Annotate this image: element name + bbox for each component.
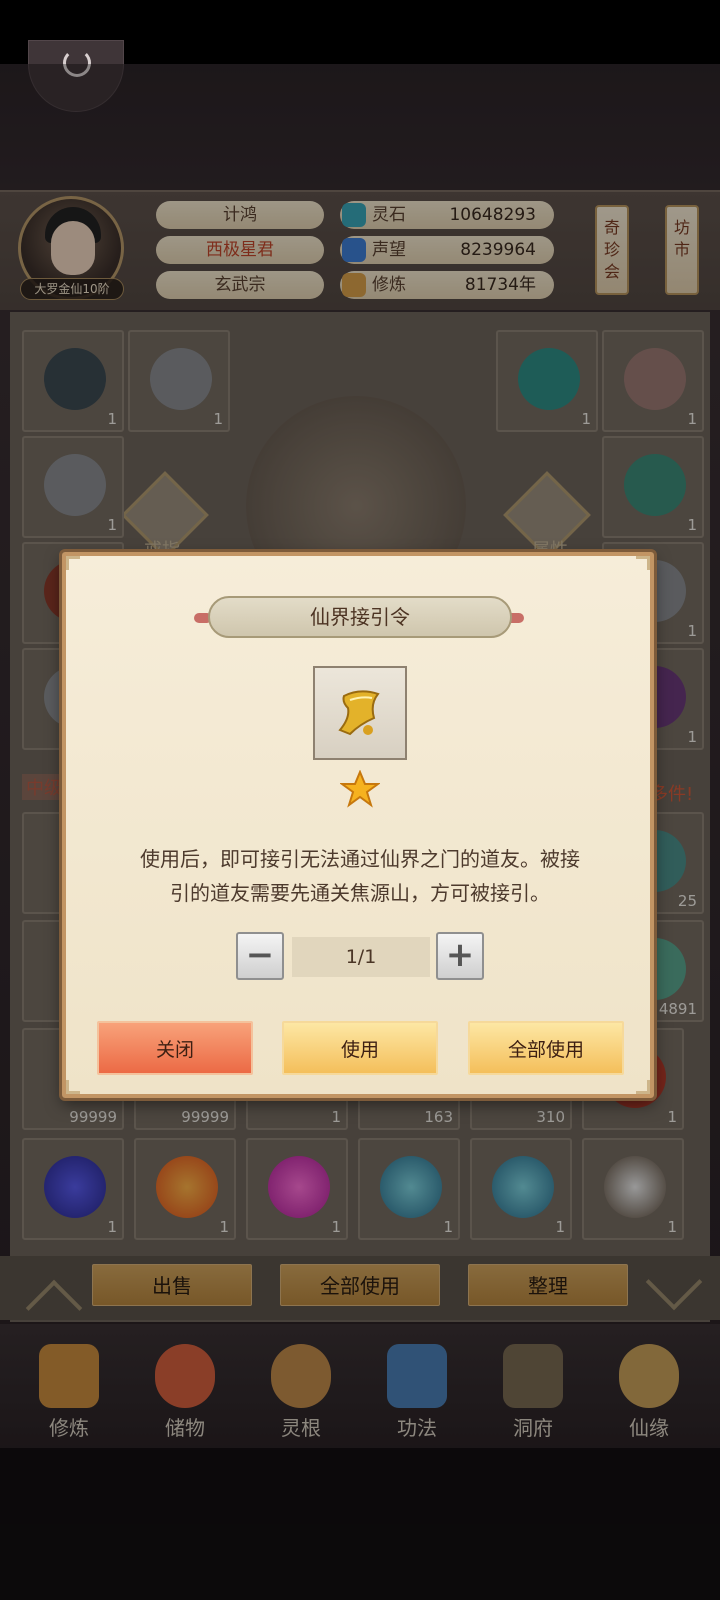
increase-quantity-button[interactable]: +	[436, 932, 484, 980]
dialog-corner	[636, 1080, 650, 1094]
dialog-corner	[66, 1080, 80, 1094]
description-line-2: 引的道友需要先通关焦源山，方可被接引。	[170, 881, 550, 905]
quantity-field[interactable]: 1/1	[292, 937, 430, 977]
dialog-title: 仙界接引令	[208, 596, 512, 638]
dialog-corner	[66, 556, 80, 570]
description-line-1: 使用后，即可接引无法通过仙界之门的道友。被接	[140, 847, 580, 871]
decrease-quantity-button[interactable]: −	[236, 932, 284, 980]
item-description: 使用后，即可接引无法通过仙界之门的道友。被接 引的道友需要先通关焦源山，方可被接…	[96, 842, 624, 910]
close-button[interactable]: 关闭	[97, 1021, 253, 1075]
use-button[interactable]: 使用	[282, 1021, 438, 1075]
golden-scroll-icon	[338, 690, 380, 736]
use-all-dialog-button[interactable]: 全部使用	[468, 1021, 624, 1075]
rarity-star-icon	[340, 770, 380, 808]
dialog-corner	[636, 556, 650, 570]
